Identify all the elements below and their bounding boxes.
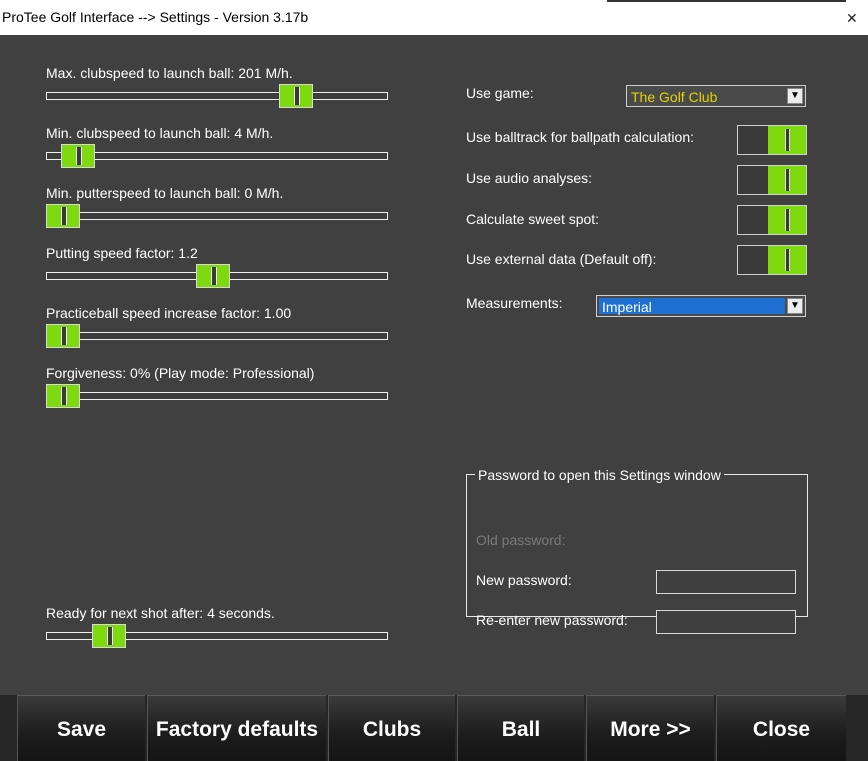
max-clubspeed-slider[interactable] (46, 84, 388, 108)
ball-button[interactable]: Ball (457, 695, 584, 761)
slider-thumb[interactable] (61, 144, 95, 168)
chevron-down-icon[interactable]: ▼ (787, 88, 803, 104)
reenter-password-label: Re-enter new password: (476, 612, 628, 628)
sweet-spot-toggle[interactable] (737, 205, 807, 235)
ready-next-shot-slider[interactable] (46, 624, 388, 648)
slider-thumb[interactable] (46, 384, 80, 408)
toggle-knob (768, 126, 806, 154)
reenter-password-field[interactable] (656, 610, 796, 634)
toggle-knob (768, 166, 806, 194)
toggle-knob (768, 246, 806, 274)
bottom-button-bar: Save Factory defaults Clubs Ball More >>… (0, 695, 868, 761)
measurements-label: Measurements: (466, 295, 563, 311)
slider-thumb[interactable] (279, 84, 313, 108)
use-game-label: Use game: (466, 85, 534, 101)
slider-track (46, 332, 388, 340)
measurements-select[interactable]: Imperial ▼ (596, 295, 806, 317)
min-putterspeed-slider[interactable] (46, 204, 388, 228)
use-game-select[interactable]: The Golf Club ▼ (626, 85, 806, 107)
slider-thumb[interactable] (196, 264, 230, 288)
external-data-label: Use external data (Default off): (466, 251, 657, 267)
close-button[interactable]: Close (716, 695, 846, 761)
password-group-title: Password to open this Settings window (475, 467, 724, 483)
title-bar: ProTee Golf Interface --> Settings - Ver… (0, 0, 868, 36)
use-game-value: The Golf Club (631, 89, 718, 105)
toggle-knob (768, 206, 806, 234)
new-password-field[interactable] (656, 570, 796, 594)
slider-thumb[interactable] (46, 324, 80, 348)
chevron-down-icon[interactable]: ▼ (787, 298, 803, 314)
new-password-label: New password: (476, 572, 572, 588)
more-button[interactable]: More >> (586, 695, 714, 761)
sweet-spot-label: Calculate sweet spot: (466, 211, 600, 227)
forgiveness-slider[interactable] (46, 384, 388, 408)
slider-track (46, 92, 388, 100)
audio-analyses-toggle[interactable] (737, 165, 807, 195)
slider-track (46, 212, 388, 220)
window-close-icon[interactable]: ✕ (846, 10, 858, 27)
clubs-button[interactable]: Clubs (328, 695, 455, 761)
slider-track (46, 392, 388, 400)
min-clubspeed-slider[interactable] (46, 144, 388, 168)
practiceball-factor-label: Practiceball speed increase factor: 1.00 (46, 305, 292, 321)
balltrack-toggle[interactable] (737, 125, 807, 155)
putting-speed-factor-slider[interactable] (46, 264, 388, 288)
measurements-value: Imperial (599, 298, 785, 315)
audio-analyses-label: Use audio analyses: (466, 170, 593, 186)
slider-thumb[interactable] (46, 204, 80, 228)
factory-defaults-button[interactable]: Factory defaults (147, 695, 326, 761)
title-bar-strip (607, 0, 846, 2)
external-data-toggle[interactable] (737, 245, 807, 275)
old-password-label: Old password: (476, 532, 566, 548)
window-title: ProTee Golf Interface --> Settings - Ver… (2, 9, 309, 25)
ready-next-shot-label: Ready for next shot after: 4 seconds. (46, 605, 275, 621)
max-clubspeed-label: Max. clubspeed to launch ball: 201 M/h. (46, 65, 293, 81)
min-clubspeed-label: Min. clubspeed to launch ball: 4 M/h. (46, 125, 274, 141)
balltrack-label: Use balltrack for ballpath calculation: (466, 129, 695, 145)
forgiveness-label: Forgiveness: 0% (Play mode: Professional… (46, 365, 315, 381)
min-putterspeed-label: Min. putterspeed to launch ball: 0 M/h. (46, 185, 284, 201)
save-button[interactable]: Save (17, 695, 145, 761)
practiceball-factor-slider[interactable] (46, 324, 388, 348)
slider-thumb[interactable] (92, 624, 126, 648)
putting-speed-factor-label: Putting speed factor: 1.2 (46, 245, 198, 261)
slider-track (46, 152, 388, 160)
